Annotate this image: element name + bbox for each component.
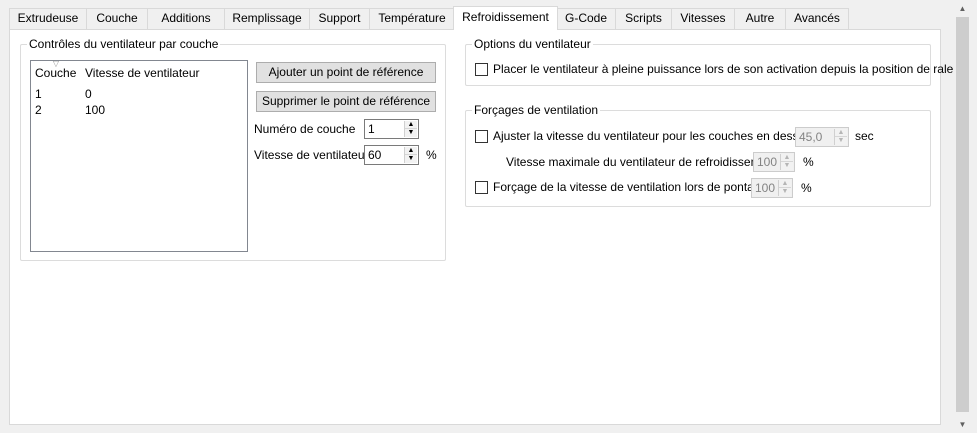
bridge-fan-speed-unit: % bbox=[801, 181, 812, 195]
spin-buttons: ▲ ▼ bbox=[778, 180, 791, 196]
spin-up-icon[interactable]: ▲ bbox=[781, 154, 793, 162]
spin-up-icon[interactable]: ▲ bbox=[779, 180, 791, 188]
list-cell-speed: 0 bbox=[85, 87, 92, 101]
spin-buttons: ▲ ▼ bbox=[780, 154, 793, 170]
tab-support[interactable]: Support bbox=[309, 8, 370, 29]
tab-vitesses[interactable]: Vitesses bbox=[671, 8, 735, 29]
spin-down-icon[interactable]: ▼ bbox=[405, 155, 417, 163]
ventilation-overrides-group-title: Forçages de ventilation bbox=[472, 103, 601, 117]
spin-buttons: ▲ ▼ bbox=[404, 147, 417, 163]
tab-scripts[interactable]: Scripts bbox=[615, 8, 672, 29]
add-reference-point-button[interactable]: Ajouter un point de référence bbox=[256, 62, 436, 83]
spin-down-icon[interactable]: ▼ bbox=[781, 162, 793, 170]
spin-down-icon[interactable]: ▼ bbox=[405, 129, 417, 137]
full-power-checkbox[interactable] bbox=[475, 63, 488, 76]
column-header-couche[interactable]: Couche bbox=[35, 61, 76, 83]
tab-remplissage[interactable]: Remplissage bbox=[224, 8, 310, 29]
fan-speed-unit: % bbox=[426, 148, 437, 162]
list-item[interactable]: 2 100 bbox=[31, 102, 247, 118]
fan-options-group-title: Options du ventilateur bbox=[472, 37, 593, 51]
max-cooling-speed-spinbox[interactable]: 100 ▲ ▼ bbox=[753, 152, 795, 172]
tab-avances[interactable]: Avancés bbox=[785, 8, 849, 29]
list-cell-layer: 1 bbox=[35, 87, 42, 101]
adjust-fan-speed-label: Ajuster la vitesse du ventilateur pour l… bbox=[493, 129, 818, 143]
fan-speed-list[interactable]: ▽ Couche Vitesse de ventilateur 1 0 2 10… bbox=[30, 60, 248, 252]
tab-refroidissement[interactable]: Refroidissement bbox=[453, 6, 558, 30]
remove-reference-point-button[interactable]: Supprimer le point de référence bbox=[256, 91, 436, 112]
tab-g-code[interactable]: G-Code bbox=[556, 8, 616, 29]
bridge-fan-override-checkbox[interactable] bbox=[475, 181, 488, 194]
list-cell-speed: 100 bbox=[85, 103, 106, 117]
spin-down-icon[interactable]: ▼ bbox=[779, 188, 791, 196]
list-cell-layer: 2 bbox=[35, 103, 42, 117]
fan-speed-label: Vitesse de ventilateur bbox=[254, 148, 369, 162]
scrollbar-thumb[interactable] bbox=[956, 17, 969, 412]
max-cooling-speed-label: Vitesse maximale du ventilateur de refro… bbox=[506, 155, 778, 169]
spin-up-icon[interactable]: ▲ bbox=[835, 129, 847, 137]
spin-up-icon[interactable]: ▲ bbox=[405, 147, 417, 155]
fan-speed-spinbox[interactable]: 60 ▲ ▼ bbox=[364, 145, 419, 165]
layer-number-spinbox[interactable]: 1 ▲ ▼ bbox=[364, 119, 419, 139]
full-power-label: Placer le ventilateur à pleine puissance… bbox=[493, 62, 966, 76]
adjust-time-unit: sec bbox=[855, 129, 874, 143]
fan-speed-value: 60 bbox=[368, 148, 382, 162]
tab-bar: Extrudeuse Couche Additions Remplissage … bbox=[9, 6, 949, 30]
bridge-fan-speed-value: 100 bbox=[755, 181, 776, 195]
adjust-time-value: 45,0 bbox=[799, 130, 823, 144]
layer-number-value: 1 bbox=[368, 122, 375, 136]
vertical-scrollbar[interactable]: ▲ ▼ bbox=[954, 0, 971, 433]
max-cooling-speed-unit: % bbox=[803, 155, 814, 169]
bridge-fan-speed-spinbox[interactable]: 100 ▲ ▼ bbox=[751, 178, 793, 198]
tab-temperature[interactable]: Température bbox=[369, 8, 455, 29]
column-header-vitesse[interactable]: Vitesse de ventilateur bbox=[85, 61, 200, 83]
tab-autre[interactable]: Autre bbox=[734, 8, 786, 29]
spin-buttons: ▲ ▼ bbox=[834, 129, 847, 145]
scroll-up-icon[interactable]: ▲ bbox=[954, 0, 971, 17]
list-header: ▽ Couche Vitesse de ventilateur bbox=[31, 60, 247, 83]
scroll-down-icon[interactable]: ▼ bbox=[954, 416, 971, 433]
layer-number-label: Numéro de couche bbox=[254, 122, 356, 136]
spin-buttons: ▲ ▼ bbox=[404, 121, 417, 137]
tab-couche[interactable]: Couche bbox=[86, 8, 148, 29]
spin-down-icon[interactable]: ▼ bbox=[835, 137, 847, 145]
list-item[interactable]: 1 0 bbox=[31, 86, 247, 102]
tab-extrudeuse[interactable]: Extrudeuse bbox=[9, 8, 87, 29]
adjust-fan-speed-checkbox[interactable] bbox=[475, 130, 488, 143]
bridge-fan-override-label: Forçage de la vitesse de ventilation lor… bbox=[493, 180, 768, 194]
adjust-time-spinbox[interactable]: 45,0 ▲ ▼ bbox=[795, 127, 849, 147]
tab-additions[interactable]: Additions bbox=[147, 8, 225, 29]
fan-controls-group-title: Contrôles du ventilateur par couche bbox=[27, 37, 221, 51]
spin-up-icon[interactable]: ▲ bbox=[405, 121, 417, 129]
max-cooling-speed-value: 100 bbox=[757, 155, 778, 169]
